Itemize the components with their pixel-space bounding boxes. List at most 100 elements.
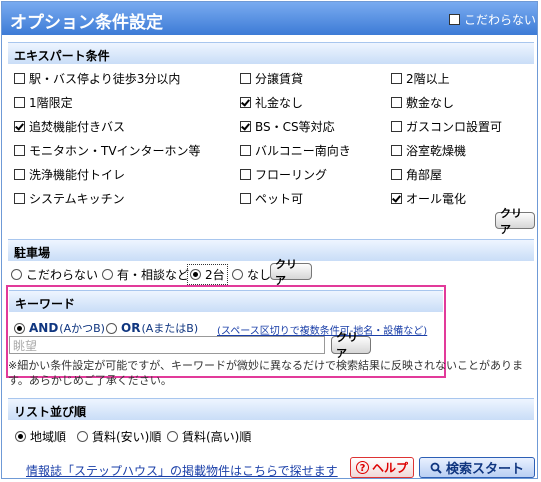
expert-option-label: 駅・バス停より徒歩3分以内: [29, 72, 181, 86]
expert-option[interactable]: 敷金なし: [391, 94, 454, 111]
expert-option[interactable]: 洗浄機能付トイレ: [14, 166, 125, 183]
parking-option-label: こだわらない: [26, 268, 99, 282]
sort-option-label: 賃料(高い)順: [182, 430, 252, 444]
expert-option[interactable]: BS・CS等対応: [240, 118, 335, 135]
radio-icon[interactable]: [167, 431, 178, 442]
checkbox-icon[interactable]: [391, 169, 402, 180]
expert-option[interactable]: 礼金なし: [240, 94, 303, 111]
parking-option-label: 有・相談など: [117, 268, 190, 282]
search-start-button[interactable]: 検索スタート: [419, 457, 535, 478]
parking-clear-button[interactable]: クリア: [270, 258, 312, 287]
checkbox-icon[interactable]: [449, 14, 460, 25]
checkbox-icon[interactable]: [240, 193, 251, 204]
keyword-or-radio[interactable]: OR (AまたはB): [106, 320, 198, 336]
expert-option-label: ペット可: [255, 192, 304, 206]
checkbox-icon[interactable]: [391, 97, 402, 108]
expert-option[interactable]: 角部屋: [391, 166, 442, 183]
sort-option-label: 賃料(安い)順: [92, 430, 162, 444]
no-preference-checkbox[interactable]: こだわらない: [449, 11, 536, 28]
checkbox-icon[interactable]: [240, 145, 251, 156]
checkbox-icon[interactable]: [391, 73, 402, 84]
radio-icon[interactable]: [232, 269, 243, 280]
radio-icon[interactable]: [106, 322, 117, 334]
expert-option-label: システムキッチン: [29, 192, 125, 206]
and-sub-label: (AかつB): [59, 322, 105, 335]
checkbox-icon[interactable]: [240, 121, 251, 132]
sort-option-price-low[interactable]: 賃料(安い)順: [77, 428, 161, 445]
parking-option-available[interactable]: 有・相談など: [102, 266, 189, 283]
expert-option[interactable]: モニタホン・TVインターホン等: [14, 142, 201, 159]
keyword-note: ※細かい条件設定が可能ですが、キーワードが微妙に異なるだけで検索結果に反映されな…: [8, 359, 523, 387]
or-label: OR: [121, 321, 141, 335]
expert-option-label: 敷金なし: [406, 96, 455, 110]
keyword-and-radio[interactable]: AND (AかつB): [14, 320, 105, 336]
parking-option-none[interactable]: なし: [232, 266, 271, 283]
expert-option-label: 追焚機能付きバス: [29, 120, 126, 134]
expert-clear-button[interactable]: クリア: [495, 207, 535, 236]
expert-option[interactable]: 1階限定: [14, 94, 73, 111]
sort-option-region[interactable]: 地域順: [15, 428, 66, 445]
step-house-link[interactable]: 情報誌「ステップハウス」の掲載物件はこちらで探せます: [26, 462, 338, 479]
sort-section-header: リスト並び順: [8, 398, 534, 420]
checkbox-icon[interactable]: [391, 145, 402, 156]
radio-icon[interactable]: [11, 269, 22, 280]
expert-option-label: 角部屋: [406, 168, 443, 182]
expert-option[interactable]: オール電化: [391, 190, 466, 207]
title-bar: オプション条件設定 こだわらない: [2, 2, 537, 35]
expert-option-label: 分譲賃貸: [255, 72, 304, 86]
checkbox-icon[interactable]: [14, 73, 25, 84]
expert-option-label: 洗浄機能付トイレ: [29, 168, 126, 182]
expert-option-label: BS・CS等対応: [255, 120, 335, 134]
expert-option[interactable]: 分譲賃貸: [240, 70, 303, 87]
sort-heading: リスト並び順: [14, 405, 87, 419]
expert-option-label: オール電化: [406, 192, 467, 206]
checkbox-icon[interactable]: [14, 145, 25, 156]
help-button[interactable]: ? ヘルプ: [350, 457, 414, 478]
parking-option-label: 2台: [205, 268, 225, 282]
keyword-hint-link[interactable]: (スペース区切りで複数条件可-地名・設備など): [217, 322, 427, 337]
checkbox-icon[interactable]: [391, 193, 402, 204]
checkbox-icon[interactable]: [14, 121, 25, 132]
expert-option[interactable]: ペット可: [240, 190, 303, 207]
sort-option-price-high[interactable]: 賃料(高い)順: [167, 428, 251, 445]
parking-option-label: なし: [247, 268, 272, 282]
or-sub-label: (AまたはB): [141, 322, 199, 335]
parking-heading: 駐車場: [14, 246, 51, 260]
expert-option-label: フローリング: [255, 168, 328, 182]
radio-icon[interactable]: [190, 269, 201, 280]
checkbox-icon[interactable]: [14, 97, 25, 108]
help-label: ヘルプ: [371, 461, 408, 475]
radio-icon[interactable]: [14, 322, 25, 334]
parking-option-any[interactable]: こだわらない: [11, 266, 98, 283]
checkbox-icon[interactable]: [14, 193, 25, 204]
expert-option[interactable]: 2階以上: [391, 70, 450, 87]
panel-title: オプション条件設定: [10, 13, 163, 33]
options-panel: オプション条件設定 こだわらない エキスパート条件 駅・バス停より徒歩3分以内 分…: [1, 1, 538, 479]
expert-option-label: 礼金なし: [255, 96, 304, 110]
expert-option[interactable]: 駅・バス停より徒歩3分以内: [14, 70, 180, 87]
expert-option[interactable]: 浴室乾燥機: [391, 142, 466, 159]
checkbox-icon[interactable]: [240, 169, 251, 180]
expert-option[interactable]: 追焚機能付きバス: [14, 118, 125, 135]
radio-icon[interactable]: [15, 431, 26, 442]
expert-option-label: 2階以上: [406, 72, 450, 86]
keyword-heading: キーワード: [15, 297, 76, 311]
question-icon: ?: [355, 461, 369, 474]
expert-option[interactable]: ガスコンロ設置可: [391, 118, 502, 135]
radio-icon[interactable]: [77, 431, 88, 442]
keyword-input[interactable]: [9, 336, 325, 354]
checkbox-icon[interactable]: [240, 73, 251, 84]
expert-heading: エキスパート条件: [14, 49, 110, 63]
magnifier-icon: [430, 462, 442, 474]
radio-icon[interactable]: [102, 269, 113, 280]
expert-option[interactable]: バルコニー南向き: [240, 142, 351, 159]
keyword-clear-button[interactable]: クリア: [331, 331, 371, 360]
sort-option-label: 地域順: [30, 430, 67, 444]
expert-option[interactable]: システムキッチン: [14, 190, 125, 207]
checkbox-icon[interactable]: [240, 97, 251, 108]
expert-option-label: 1階限定: [29, 96, 73, 110]
parking-option-two[interactable]: 2台: [187, 264, 228, 285]
expert-option[interactable]: フローリング: [240, 166, 327, 183]
checkbox-icon[interactable]: [391, 121, 402, 132]
checkbox-icon[interactable]: [14, 169, 25, 180]
